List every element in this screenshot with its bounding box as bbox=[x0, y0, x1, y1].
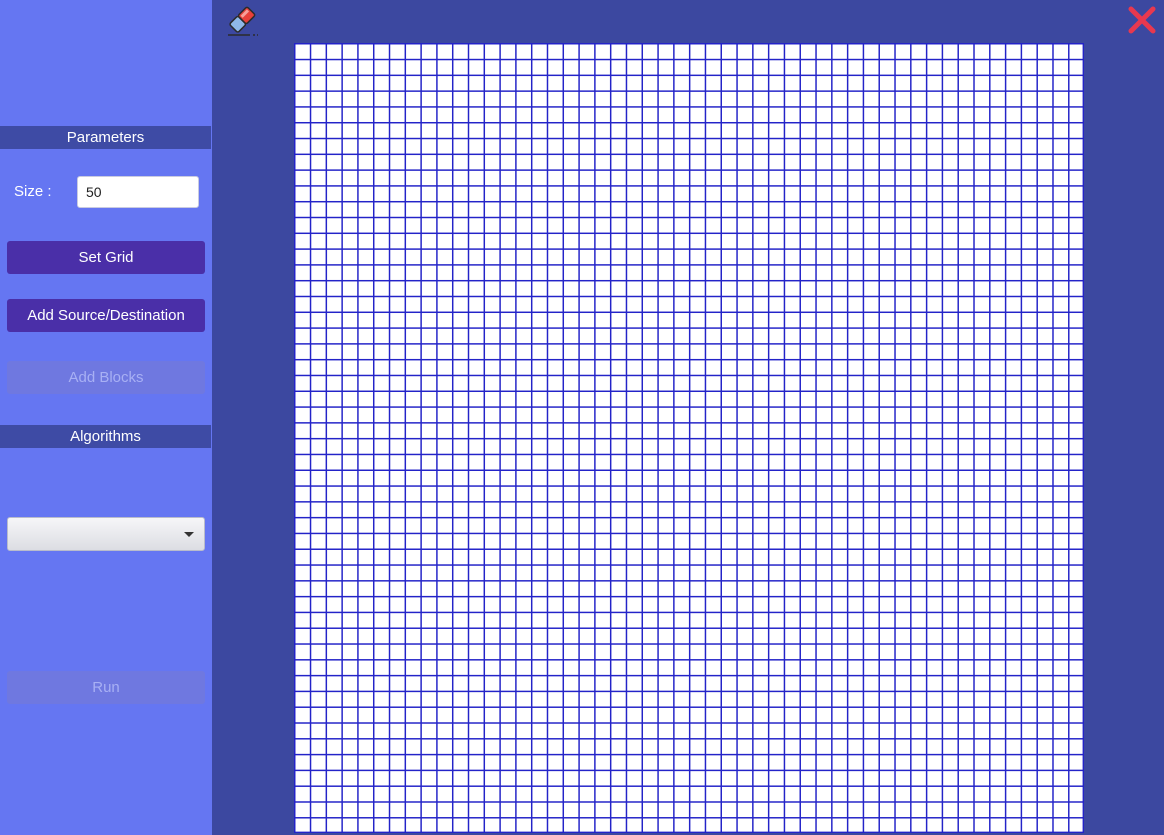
close-icon[interactable] bbox=[1127, 5, 1157, 35]
size-input[interactable] bbox=[77, 176, 199, 208]
set-grid-button[interactable]: Set Grid bbox=[7, 241, 205, 274]
run-button[interactable]: Run bbox=[7, 671, 205, 704]
algorithms-header: Algorithms bbox=[0, 425, 211, 448]
chevron-down-icon[interactable] bbox=[184, 532, 194, 537]
algorithm-select[interactable] bbox=[7, 517, 205, 551]
add-blocks-button[interactable]: Add Blocks bbox=[7, 361, 205, 394]
size-label: Size : bbox=[14, 183, 52, 200]
grid-canvas[interactable] bbox=[294, 43, 1084, 833]
sidebar: Parameters Size : Set Grid Add Source/De… bbox=[0, 0, 212, 835]
eraser-icon[interactable] bbox=[224, 2, 260, 38]
add-source-destination-button[interactable]: Add Source/Destination bbox=[7, 299, 205, 332]
parameters-header: Parameters bbox=[0, 126, 211, 149]
